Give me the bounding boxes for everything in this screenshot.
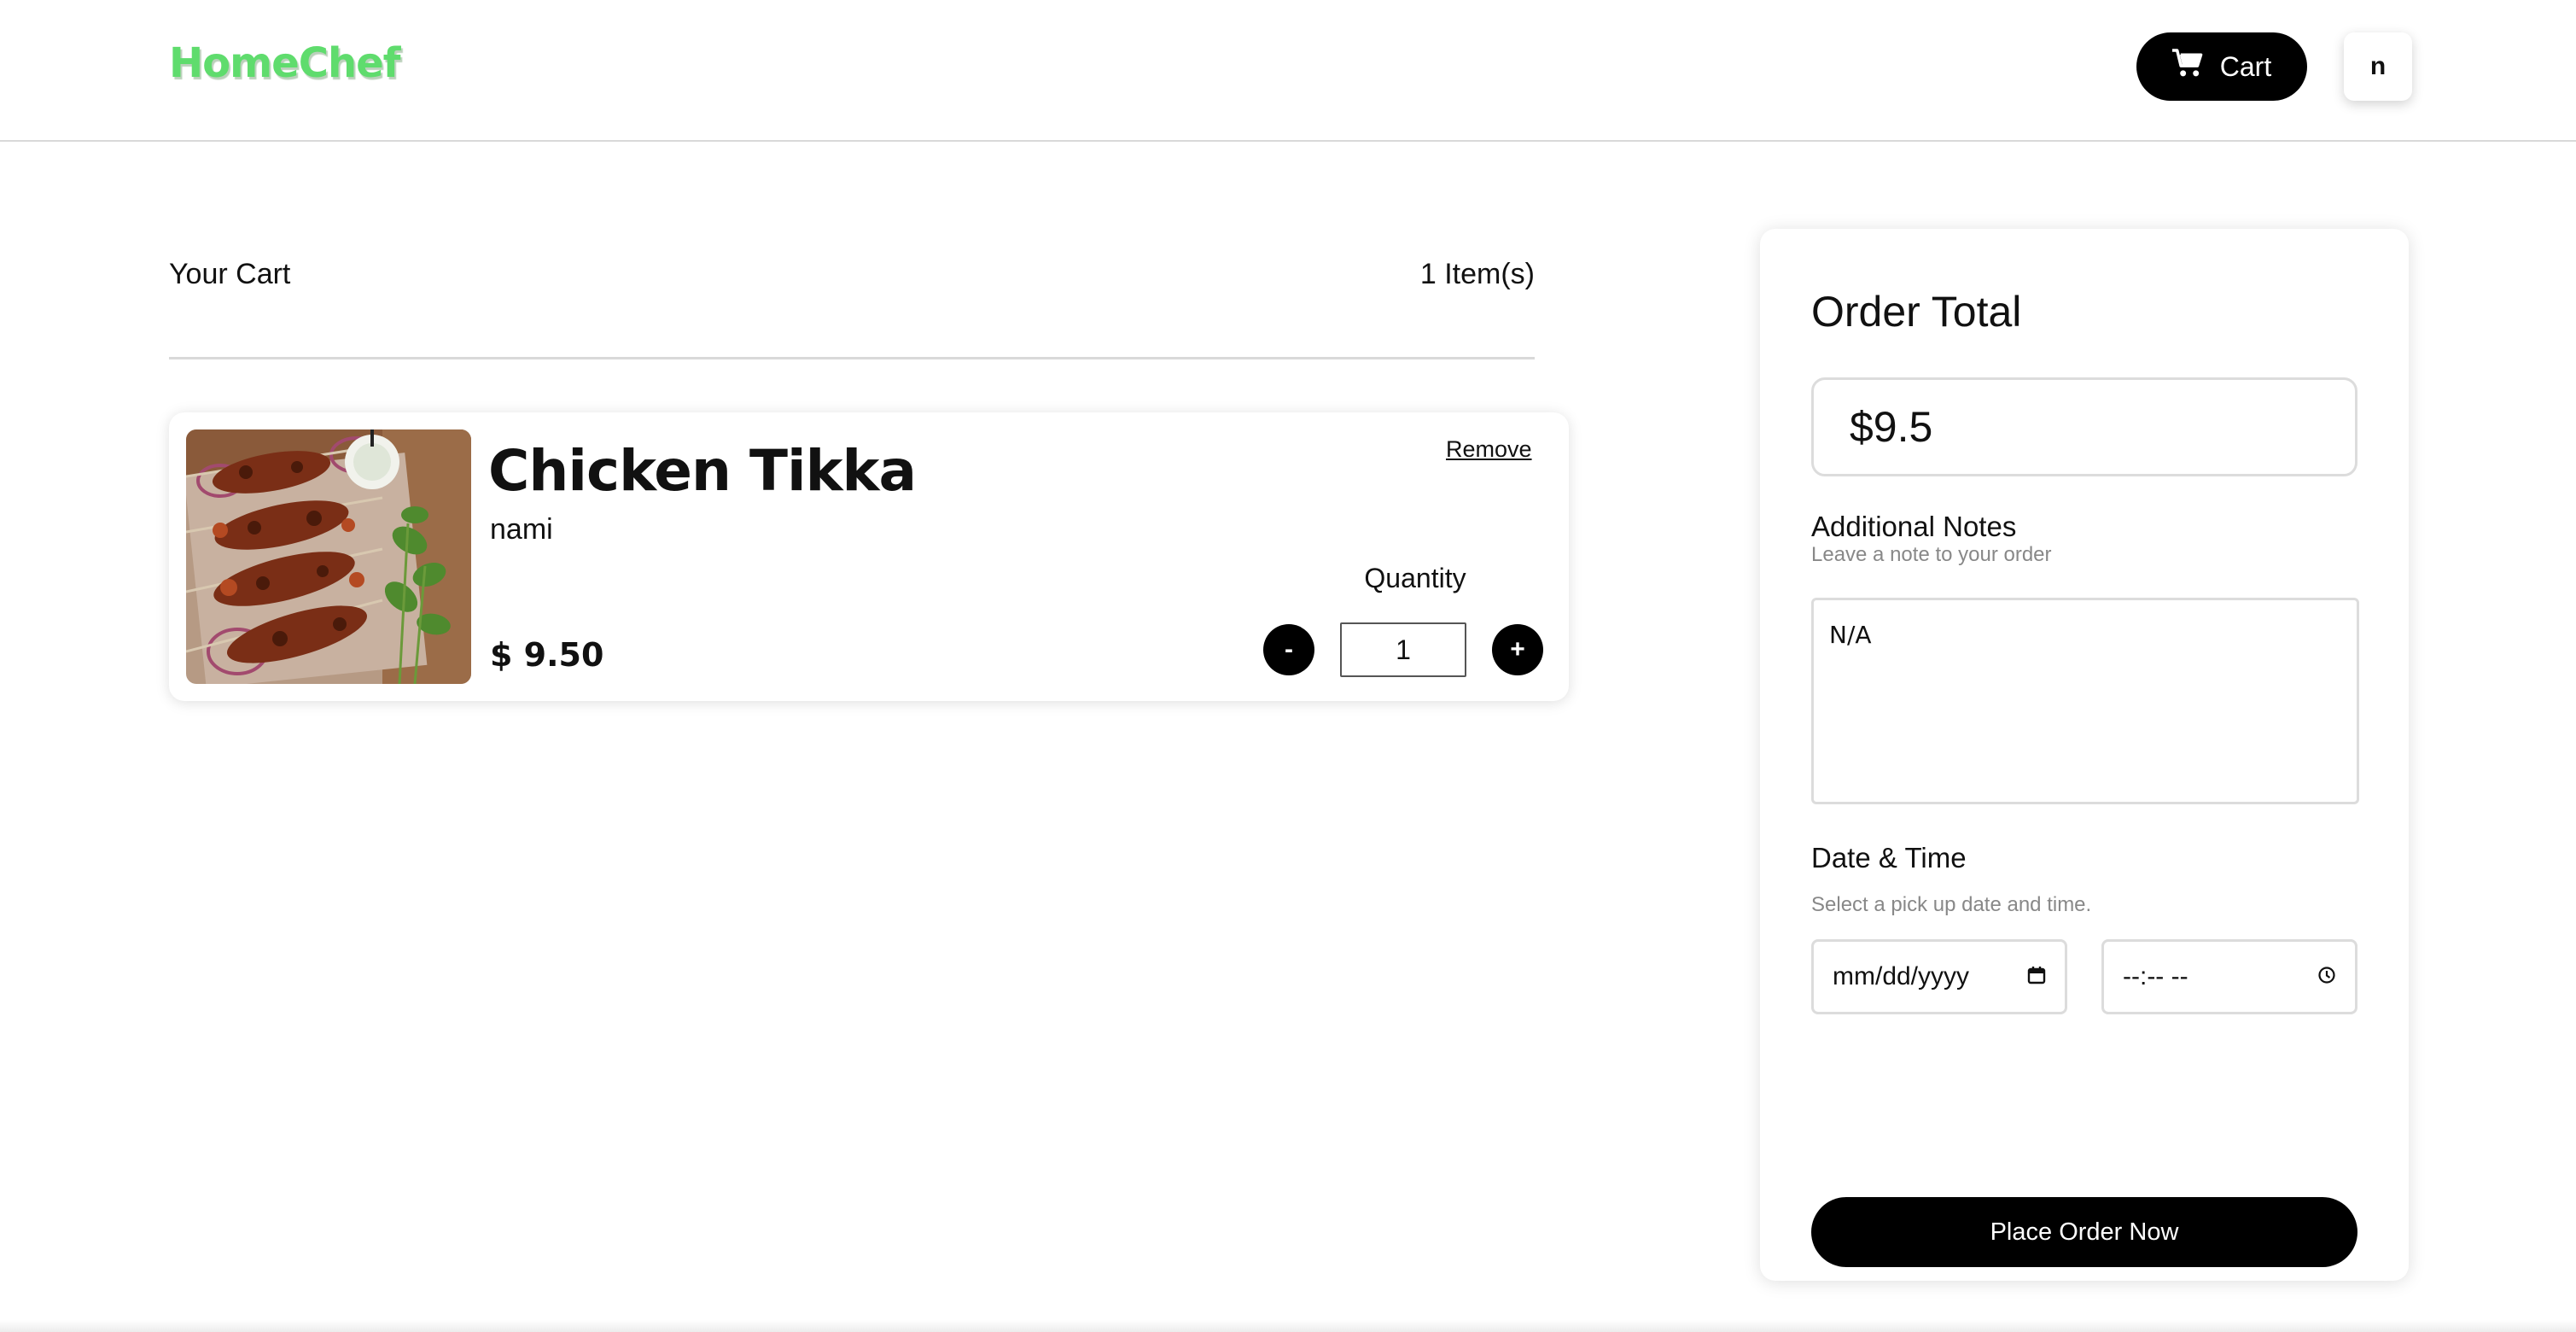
time-placeholder: --:-- --: [2123, 962, 2188, 990]
decrease-quantity-button[interactable]: -: [1263, 624, 1314, 675]
order-summary-panel: Order Total $9.5 Additional Notes Leave …: [1760, 229, 2409, 1281]
order-total-value: $9.5: [1811, 377, 2357, 476]
additional-notes-textarea[interactable]: N/A: [1811, 598, 2359, 804]
homechef-logo[interactable]: HomeChef: [169, 39, 401, 87]
cart-divider: [169, 357, 1535, 359]
item-name: Chicken Tikka: [488, 438, 917, 504]
top-navbar: HomeChef Cart n: [0, 0, 2576, 142]
pickup-time-input[interactable]: --:-- --: [2101, 939, 2357, 1014]
shopping-cart-icon: [2171, 48, 2205, 85]
quantity-label: Quantity: [1364, 563, 1466, 593]
cart-item-count: 1 Item(s): [1419, 258, 1535, 290]
cart-title: Your Cart: [169, 258, 291, 290]
item-chef-name: nami: [490, 513, 553, 546]
increase-quantity-button[interactable]: +: [1492, 624, 1543, 675]
date-placeholder: mm/dd/yyyy: [1833, 962, 1970, 990]
item-price: $ 9.50: [490, 636, 604, 674]
calendar-icon[interactable]: [2027, 962, 2046, 991]
pickup-date-input[interactable]: mm/dd/yyyy: [1811, 939, 2067, 1014]
remove-item-link[interactable]: Remove: [1446, 436, 1532, 463]
date-time-hint: Select a pick up date and time.: [1811, 893, 2092, 916]
clock-icon[interactable]: [2317, 962, 2336, 991]
cart-button-label: Cart: [2219, 50, 2272, 82]
additional-notes-hint: Leave a note to your order: [1811, 543, 2052, 566]
cart-item-card: Chicken Tikka nami $ 9.50 Remove Quantit…: [169, 412, 1569, 701]
chicken-tikka-image: [186, 429, 471, 684]
user-avatar[interactable]: n: [2344, 32, 2412, 101]
quantity-input[interactable]: [1340, 622, 1466, 677]
order-total-title: Order Total: [1811, 288, 2022, 336]
additional-notes-label: Additional Notes: [1811, 511, 2017, 542]
place-order-button[interactable]: Place Order Now: [1811, 1197, 2357, 1267]
page-bottom-edge: [0, 1320, 2576, 1332]
cart-button[interactable]: Cart: [2136, 32, 2307, 101]
date-time-label: Date & Time: [1811, 842, 1967, 873]
